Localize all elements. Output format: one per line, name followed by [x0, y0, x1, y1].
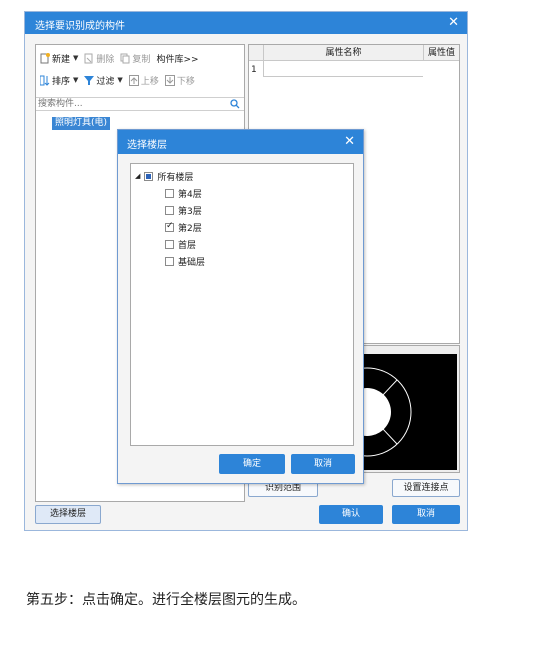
preview-frame	[348, 345, 460, 473]
sort-icon	[40, 75, 50, 86]
confirm-button[interactable]: 确认	[319, 505, 383, 524]
row-number: 1	[251, 65, 257, 75]
copy-icon	[120, 53, 130, 63]
filter-button[interactable]: 过滤 ▼	[82, 74, 124, 87]
floor-select-dialog: 选择楼层 ✕ ◢ 所有楼层 第4层 第3层 第2层 首层 基础层 确定 取消	[117, 129, 364, 484]
tree-node-floor-3[interactable]: 第3层	[165, 202, 202, 218]
arrow-up-icon	[128, 74, 139, 86]
move-up-label: 上移	[140, 76, 159, 87]
checkbox-floor[interactable]	[165, 188, 174, 198]
column-header-name[interactable]: 属性名称	[263, 45, 423, 61]
new-label: 新建	[52, 54, 71, 65]
tree-node-label: 首层	[178, 240, 197, 251]
main-dialog-title: 选择要识别成的构件	[35, 21, 125, 32]
cancel-button[interactable]: 取消	[392, 505, 460, 524]
floor-tree: ◢ 所有楼层 第4层 第3层 第2层 首层 基础层	[130, 163, 354, 446]
search-box	[36, 97, 244, 111]
tree-node-floor-2[interactable]: 第2层	[165, 219, 202, 235]
copy-label: 复制	[132, 54, 151, 65]
ok-button[interactable]: 确定	[219, 454, 285, 474]
move-down-button[interactable]: 下移	[163, 74, 197, 87]
checkbox-floor[interactable]	[165, 205, 174, 215]
preview-canvas[interactable]	[353, 354, 457, 470]
toolbar-row-1: 新建 ▼ 删除 复制 构件库>>	[38, 49, 242, 67]
tree-node-label: 第4层	[178, 189, 202, 200]
copy-button[interactable]: 复制	[118, 52, 152, 65]
tree-node-label: 基础层	[178, 257, 206, 268]
new-file-icon	[40, 52, 50, 63]
search-icon[interactable]	[230, 99, 240, 109]
main-titlebar: 选择要识别成的构件 ✕	[25, 12, 467, 34]
chevron-down-icon: ▼	[73, 54, 79, 62]
filter-label: 过滤	[96, 76, 115, 87]
chevron-down-icon: ▼	[73, 76, 79, 84]
delete-label: 删除	[96, 54, 115, 65]
caption-text: 第五步：点击确定。进行全楼层图元的生成。	[26, 592, 306, 608]
chevron-down-icon: ▼	[117, 76, 123, 84]
checkbox-floor[interactable]	[165, 256, 174, 266]
table-cell[interactable]	[263, 61, 423, 77]
filter-icon	[84, 75, 95, 85]
checkbox-floor[interactable]	[165, 239, 174, 249]
floor-cancel-button[interactable]: 取消	[291, 454, 355, 474]
tree-node-ground-floor[interactable]: 首层	[165, 236, 196, 252]
sort-label: 排序	[52, 76, 71, 87]
arrow-down-icon	[164, 74, 175, 86]
close-icon[interactable]: ✕	[448, 15, 459, 30]
tree-item-lighting[interactable]: 照明灯具(电)	[52, 117, 111, 130]
search-input[interactable]	[38, 98, 218, 110]
move-down-label: 下移	[176, 76, 195, 87]
tree-node-label: 所有楼层	[157, 172, 194, 183]
tree-node-label: 第2层	[178, 223, 202, 234]
library-label: 构件库>>	[156, 54, 199, 65]
expand-triangle-icon[interactable]: ◢	[135, 172, 140, 180]
lamp-symbol-icon	[353, 367, 412, 457]
new-button[interactable]: 新建 ▼	[38, 52, 80, 65]
delete-icon	[84, 53, 93, 63]
tree-node-floor-4[interactable]: 第4层	[165, 185, 202, 201]
close-icon[interactable]: ✕	[344, 134, 355, 149]
column-header-value[interactable]: 属性值	[423, 45, 459, 61]
floor-dialog-title: 选择楼层	[127, 140, 167, 151]
sort-button[interactable]: 排序 ▼	[38, 74, 80, 87]
tree-node-foundation[interactable]: 基础层	[165, 253, 205, 269]
floor-dialog-titlebar: 选择楼层 ✕	[118, 130, 363, 154]
toolbar-row-2: 排序 ▼ 过滤 ▼ 上移 下移	[38, 71, 242, 89]
select-floor-button[interactable]: 选择楼层	[35, 505, 101, 524]
component-library-button[interactable]: 构件库>>	[154, 52, 200, 65]
tree-node-label: 第3层	[178, 206, 202, 217]
grid-header: 属性名称 属性值	[249, 45, 459, 61]
delete-button[interactable]: 删除	[82, 52, 116, 65]
checkbox-all-floors[interactable]	[144, 171, 154, 181]
tree-node-all-floors[interactable]: ◢ 所有楼层	[135, 168, 193, 184]
set-connection-point-button[interactable]: 设置连接点	[392, 479, 460, 497]
checkbox-floor[interactable]	[165, 221, 174, 232]
move-up-button[interactable]: 上移	[127, 74, 161, 87]
